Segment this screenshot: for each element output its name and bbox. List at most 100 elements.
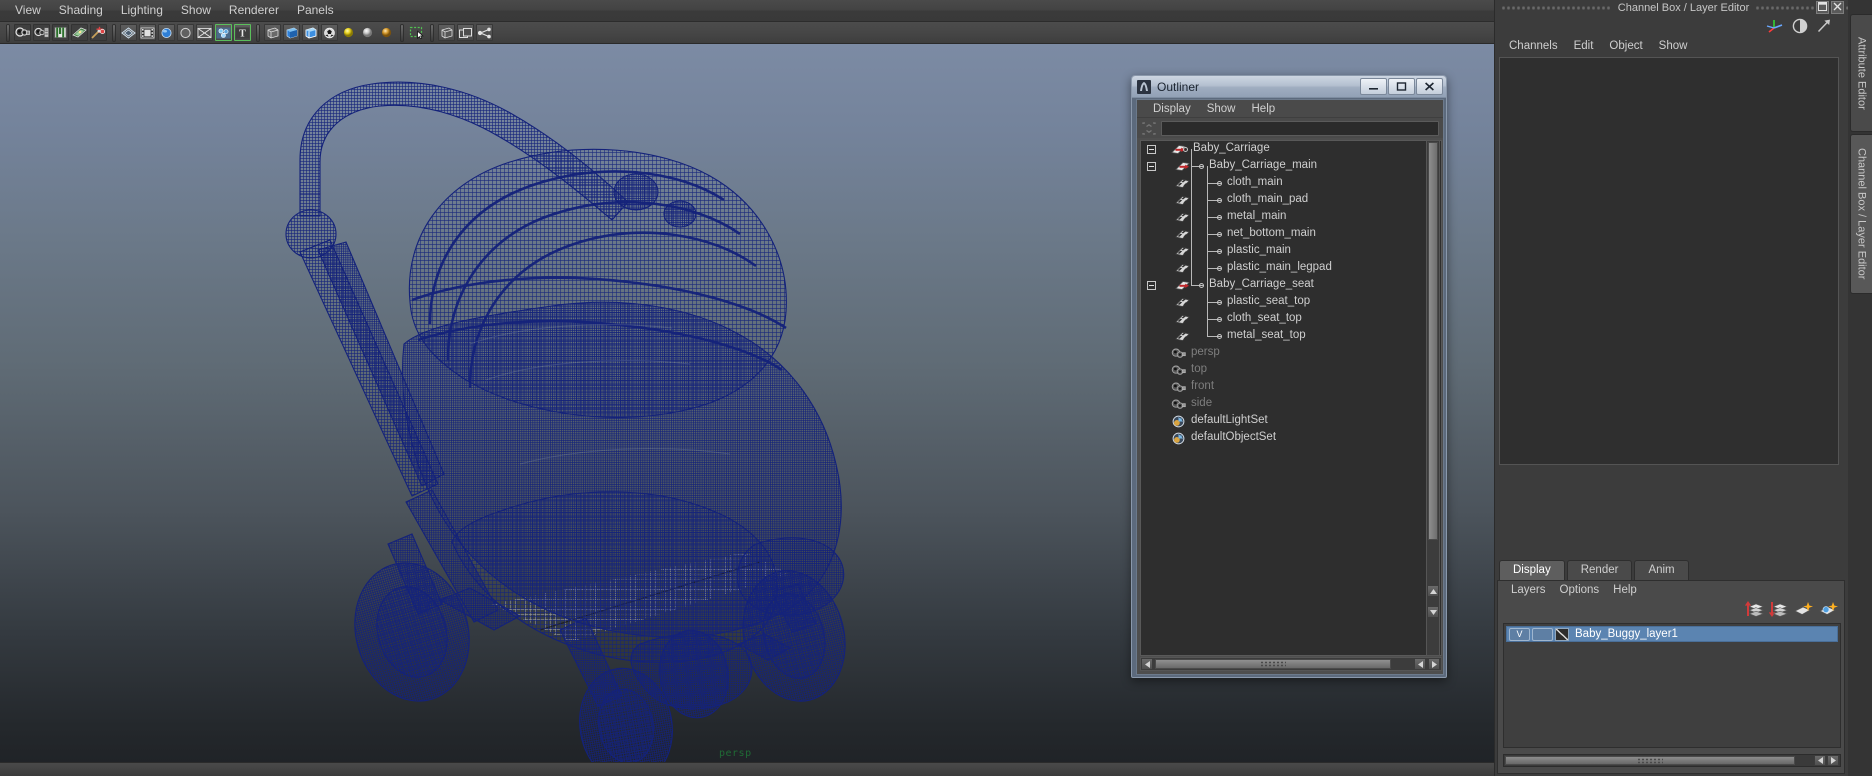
scroll-left-arrow[interactable] bbox=[1814, 755, 1826, 766]
outliner-item[interactable]: Baby_Carriage bbox=[1141, 141, 1427, 158]
outliner-item[interactable]: net_bottom_main bbox=[1141, 226, 1427, 243]
camera-attributes-icon[interactable] bbox=[33, 24, 50, 41]
gate-mask-icon[interactable] bbox=[177, 24, 194, 41]
layer-list[interactable]: V Baby_Buggy_layer1 bbox=[1503, 623, 1841, 748]
outliner-horizontal-scrollbar[interactable] bbox=[1140, 657, 1442, 671]
outliner-item[interactable]: plastic_main bbox=[1141, 243, 1427, 260]
layer-editor-menu-options[interactable]: Options bbox=[1553, 583, 1607, 597]
wireframe-on-shaded-icon[interactable] bbox=[321, 24, 338, 41]
channel-box-menu-channels[interactable]: Channels bbox=[1501, 39, 1566, 53]
use-all-lights-icon[interactable] bbox=[359, 24, 376, 41]
layer-editor-tab-render[interactable]: Render bbox=[1566, 560, 1633, 580]
half-circle-icon[interactable] bbox=[1792, 18, 1808, 34]
layer-row[interactable]: V Baby_Buggy_layer1 bbox=[1506, 626, 1838, 642]
outliner-item[interactable]: Baby_Carriage_main bbox=[1141, 158, 1427, 175]
move-layer-up-icon[interactable] bbox=[1745, 601, 1764, 617]
viewport-menu-show[interactable]: Show bbox=[172, 1, 220, 20]
scrollbar-thumb-horizontal[interactable] bbox=[1155, 659, 1391, 669]
outliner-item[interactable]: plastic_seat_top bbox=[1141, 294, 1427, 311]
layer-color-swatch[interactable] bbox=[1555, 627, 1569, 641]
scrollbar-thumb[interactable] bbox=[1428, 142, 1438, 540]
outliner-item[interactable]: metal_seat_top bbox=[1141, 328, 1427, 345]
layer-editor-menu-help[interactable]: Help bbox=[1606, 583, 1644, 597]
viewport-menu-lighting[interactable]: Lighting bbox=[112, 1, 172, 20]
outliner-item[interactable]: cloth_seat_top bbox=[1141, 311, 1427, 328]
outliner-item[interactable]: cloth_main bbox=[1141, 175, 1427, 192]
scroll-up-arrow[interactable] bbox=[1427, 585, 1439, 597]
marquee-select-icon[interactable] bbox=[408, 24, 425, 41]
expand-collapse-icon[interactable] bbox=[1147, 281, 1156, 290]
viewport-menu-shading[interactable]: Shading bbox=[50, 1, 112, 20]
outliner-menu-show[interactable]: Show bbox=[1199, 102, 1244, 116]
select-camera-icon[interactable] bbox=[14, 24, 31, 41]
maximize-button[interactable] bbox=[1388, 78, 1415, 95]
layer-editor-horizontal-scrollbar[interactable] bbox=[1503, 754, 1841, 767]
expand-collapse-icon[interactable] bbox=[1147, 145, 1156, 154]
outliner-menu-display[interactable]: Display bbox=[1145, 102, 1199, 116]
wireframe-icon[interactable] bbox=[120, 24, 137, 41]
new-layer-icon[interactable] bbox=[1793, 601, 1813, 617]
outliner-item[interactable]: persp bbox=[1141, 345, 1427, 362]
smooth-shade-selected-icon[interactable] bbox=[302, 24, 319, 41]
layer-visibility-toggle[interactable]: V bbox=[1509, 627, 1530, 641]
scroll-left-arrow-2[interactable] bbox=[1414, 658, 1426, 670]
channel-box-menu-object[interactable]: Object bbox=[1601, 39, 1650, 53]
resolution-gate-icon[interactable] bbox=[158, 24, 175, 41]
film-gate-icon[interactable] bbox=[139, 24, 156, 41]
outliner-item[interactable]: side bbox=[1141, 396, 1427, 413]
outliner-vertical-scrollbar[interactable] bbox=[1426, 140, 1440, 656]
viewport-menu-panels[interactable]: Panels bbox=[288, 1, 343, 20]
axis-gizmo-icon[interactable] bbox=[1766, 18, 1784, 34]
outliner-item[interactable]: metal_main bbox=[1141, 209, 1427, 226]
outliner-item[interactable]: top bbox=[1141, 362, 1427, 379]
channel-box-menu-edit[interactable]: Edit bbox=[1566, 39, 1602, 53]
bounding-box-shading-icon[interactable] bbox=[264, 24, 281, 41]
use-default-light-icon[interactable] bbox=[340, 24, 357, 41]
arrow-icon[interactable] bbox=[1816, 18, 1832, 34]
filter-icon[interactable] bbox=[1141, 121, 1157, 136]
smooth-shade-all-icon[interactable] bbox=[283, 24, 300, 41]
viewport-menu-renderer[interactable]: Renderer bbox=[220, 1, 288, 20]
new-layer-from-selected-icon[interactable] bbox=[1818, 601, 1838, 617]
image-plane-icon[interactable] bbox=[71, 24, 88, 41]
outliner-window[interactable]: Outliner Display Show Help Baby_Carriage… bbox=[1131, 75, 1447, 678]
outliner-item[interactable]: plastic_main_legpad bbox=[1141, 260, 1427, 277]
scroll-right-arrow[interactable] bbox=[1428, 658, 1440, 670]
outliner-search-input[interactable] bbox=[1161, 120, 1439, 136]
outliner-item[interactable]: front bbox=[1141, 379, 1427, 396]
layer-editor-tab-anim[interactable]: Anim bbox=[1634, 560, 1689, 580]
xray-active-components-icon[interactable] bbox=[476, 24, 493, 41]
outliner-tree[interactable]: Baby_Carriage Baby_Carriage_main cloth_mai… bbox=[1141, 141, 1427, 655]
viewport-menu-view[interactable]: View bbox=[6, 1, 50, 20]
isolate-select-icon[interactable] bbox=[438, 24, 455, 41]
minimize-button[interactable] bbox=[1360, 78, 1387, 95]
scrollbar-thumb-horizontal[interactable] bbox=[1505, 756, 1795, 765]
outliner-tree-container[interactable]: Baby_Carriage Baby_Carriage_main cloth_mai… bbox=[1140, 140, 1442, 656]
text-display-icon[interactable]: T bbox=[234, 24, 251, 41]
xray-joints-icon[interactable] bbox=[457, 24, 474, 41]
tab-channel-box-layer-editor[interactable]: Channel Box / Layer Editor bbox=[1850, 134, 1872, 294]
scroll-right-arrow[interactable] bbox=[1827, 755, 1839, 766]
texture-display-icon[interactable] bbox=[215, 24, 232, 41]
scroll-left-arrow[interactable] bbox=[1141, 658, 1153, 670]
undock-button[interactable] bbox=[1816, 1, 1829, 14]
channel-box-content[interactable] bbox=[1499, 57, 1839, 465]
outliner-item[interactable]: cloth_main_pad bbox=[1141, 192, 1427, 209]
xray-icon[interactable] bbox=[196, 24, 213, 41]
layer-editor-menu-layers[interactable]: Layers bbox=[1504, 583, 1553, 597]
outliner-menu-help[interactable]: Help bbox=[1244, 102, 1284, 116]
layer-playback-toggle[interactable] bbox=[1532, 627, 1553, 641]
close-button[interactable] bbox=[1416, 78, 1443, 95]
tab-attribute-editor[interactable]: Attribute Editor bbox=[1850, 14, 1872, 132]
drag-handle-left[interactable] bbox=[1501, 5, 1612, 11]
scroll-down-arrow[interactable] bbox=[1427, 606, 1439, 618]
outliner-item[interactable]: defaultObjectSet bbox=[1141, 430, 1427, 447]
layer-editor-tab-display[interactable]: Display bbox=[1499, 560, 1565, 580]
channel-box-titlebar[interactable]: Channel Box / Layer Editor bbox=[1495, 0, 1872, 16]
outliner-item[interactable]: defaultLightSet bbox=[1141, 413, 1427, 430]
expand-collapse-icon[interactable] bbox=[1147, 162, 1156, 171]
channel-box-menu-show[interactable]: Show bbox=[1651, 39, 1696, 53]
outliner-titlebar[interactable]: Outliner bbox=[1132, 76, 1446, 98]
move-layer-down-icon[interactable] bbox=[1769, 601, 1788, 617]
bookmark-icon[interactable] bbox=[52, 24, 69, 41]
